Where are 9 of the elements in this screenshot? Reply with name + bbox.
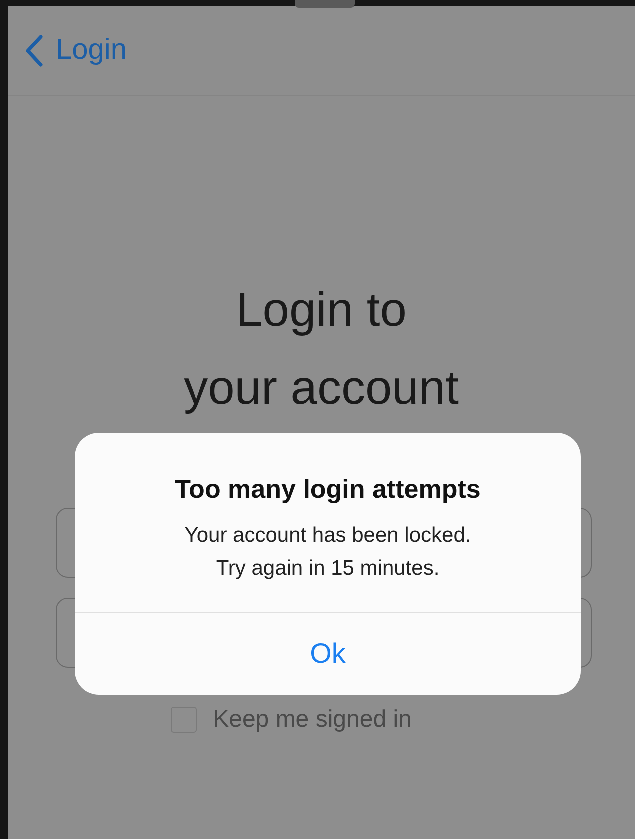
alert-title: Too many login attempts	[175, 474, 481, 505]
alert-message: Your account has been locked. Try again in 15 minutes.	[184, 523, 472, 582]
back-button[interactable]: Login	[24, 34, 127, 67]
checkbox-label: Keep me signed in	[213, 706, 412, 734]
chevron-left-icon	[24, 34, 44, 66]
ok-button[interactable]: Ok	[75, 613, 581, 695]
grabber-handle	[295, 0, 355, 8]
page-heading: Login to	[236, 283, 407, 339]
page-heading: your account	[184, 361, 459, 417]
